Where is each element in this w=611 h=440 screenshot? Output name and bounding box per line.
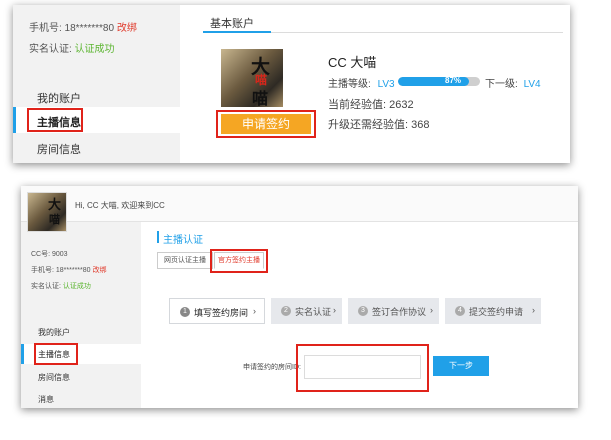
sidebar-item-room-info[interactable]: 房间信息 — [37, 141, 81, 157]
step-number: 4 — [455, 306, 465, 316]
phone-info: 手机号: 18*******80 改绑 — [29, 19, 137, 34]
avatar-glyph: 喵 — [252, 89, 269, 108]
avatar-glyph: 喵 — [49, 213, 60, 226]
phone-label: 手机号: 18*******80 — [31, 267, 91, 274]
level-progress-bar: 87% — [398, 77, 480, 86]
chevron-right-icon: › — [333, 305, 336, 315]
verify-info: 实名认证: 认证成功 — [29, 40, 115, 55]
subtab-web-verify[interactable]: 网页认证主播 — [157, 252, 213, 269]
step-number: 1 — [180, 307, 190, 317]
next-level-label: 下一级: — [485, 79, 518, 90]
streamer-level-row: 主播等级: LV3 — [328, 75, 395, 90]
change-phone-link[interactable]: 改绑 — [92, 267, 106, 274]
streamer-verify-panel: CC号: 9003 手机号: 18*******80 改绑 实名认证: 认证成功… — [21, 186, 578, 408]
level-label: 主播等级: — [328, 79, 371, 90]
room-id-label: 申请签约的房间ID: — [243, 364, 301, 371]
next-level: LV4 — [523, 79, 541, 90]
verify-info: 实名认证: 认证成功 — [31, 281, 91, 291]
streamer-name: CC 大喵 — [328, 55, 377, 70]
chevron-right-icon: › — [532, 305, 535, 315]
step-label: 填写签约房间 — [194, 308, 249, 318]
sidebar-item-my-account[interactable]: 我的账户 — [38, 327, 70, 338]
verify-label: 实名认证: — [29, 44, 72, 55]
sidebar-item-room-info[interactable]: 房间信息 — [38, 372, 70, 383]
chevron-right-icon: › — [253, 306, 256, 316]
avatar: 大 喵 喵 — [221, 49, 283, 108]
step-number: 3 — [358, 306, 368, 316]
step-label: 签订合作协议 — [372, 307, 427, 317]
step-label: 实名认证 — [295, 307, 332, 317]
step-sign-agreement: 3 签订合作协议 › — [348, 298, 439, 324]
chevron-right-icon: › — [430, 305, 433, 315]
sidebar: CC号: 9003 手机号: 18*******80 改绑 实名认证: 认证成功… — [21, 222, 141, 408]
phone-info: 手机号: 18*******80 改绑 — [31, 265, 106, 275]
basic-account-panel: 手机号: 18*******80 改绑 实名认证: 认证成功 我的账户 主播信息… — [13, 5, 570, 163]
sidebar-item-my-account[interactable]: 我的账户 — [37, 90, 81, 106]
step-fill-room: 1 填写签约房间 › — [169, 298, 265, 324]
step-submit-application: 4 提交签约申请 › — [445, 298, 541, 324]
step-real-name: 2 实名认证 › — [271, 298, 342, 324]
verify-status: 认证成功 — [62, 283, 91, 290]
room-id-input[interactable] — [304, 355, 421, 379]
tab-underline — [203, 31, 271, 33]
apply-sign-button[interactable]: 申请签约 — [221, 114, 311, 134]
cc-number: CC号: 9003 — [31, 251, 68, 258]
exp-needed: 升级还需经验值: 368 — [328, 119, 430, 131]
avatar: 大 喵 — [27, 192, 67, 232]
highlight-box — [210, 249, 268, 273]
highlight-box — [27, 108, 83, 132]
active-indicator — [21, 344, 24, 364]
sidebar-item-messages[interactable]: 消息 — [38, 394, 54, 405]
step-number: 2 — [281, 306, 291, 316]
greeting-text: Hi, CC 大喵, 欢迎来到CC — [75, 201, 165, 210]
current-level: LV3 — [377, 79, 395, 90]
verify-status: 认证成功 — [74, 44, 115, 55]
highlight-box — [34, 343, 78, 365]
next-level-row: 下一级: LV4 — [485, 75, 541, 90]
sidebar: 手机号: 18*******80 改绑 实名认证: 认证成功 我的账户 主播信息… — [13, 5, 180, 163]
change-phone-link[interactable]: 改绑 — [117, 23, 137, 34]
phone-label: 手机号: 18*******80 — [29, 23, 115, 34]
active-indicator — [13, 107, 16, 133]
next-step-button[interactable]: 下一步 — [433, 356, 489, 376]
step-label: 提交签约申请 — [469, 307, 524, 317]
section-title: 主播认证 — [163, 235, 203, 246]
verify-label: 实名认证: — [31, 283, 61, 290]
level-progress-text: 87% — [445, 77, 462, 85]
section-marker — [157, 231, 159, 243]
tab-basic-account[interactable]: 基本账户 — [210, 15, 254, 31]
current-exp: 当前经验值: 2632 — [328, 99, 414, 111]
